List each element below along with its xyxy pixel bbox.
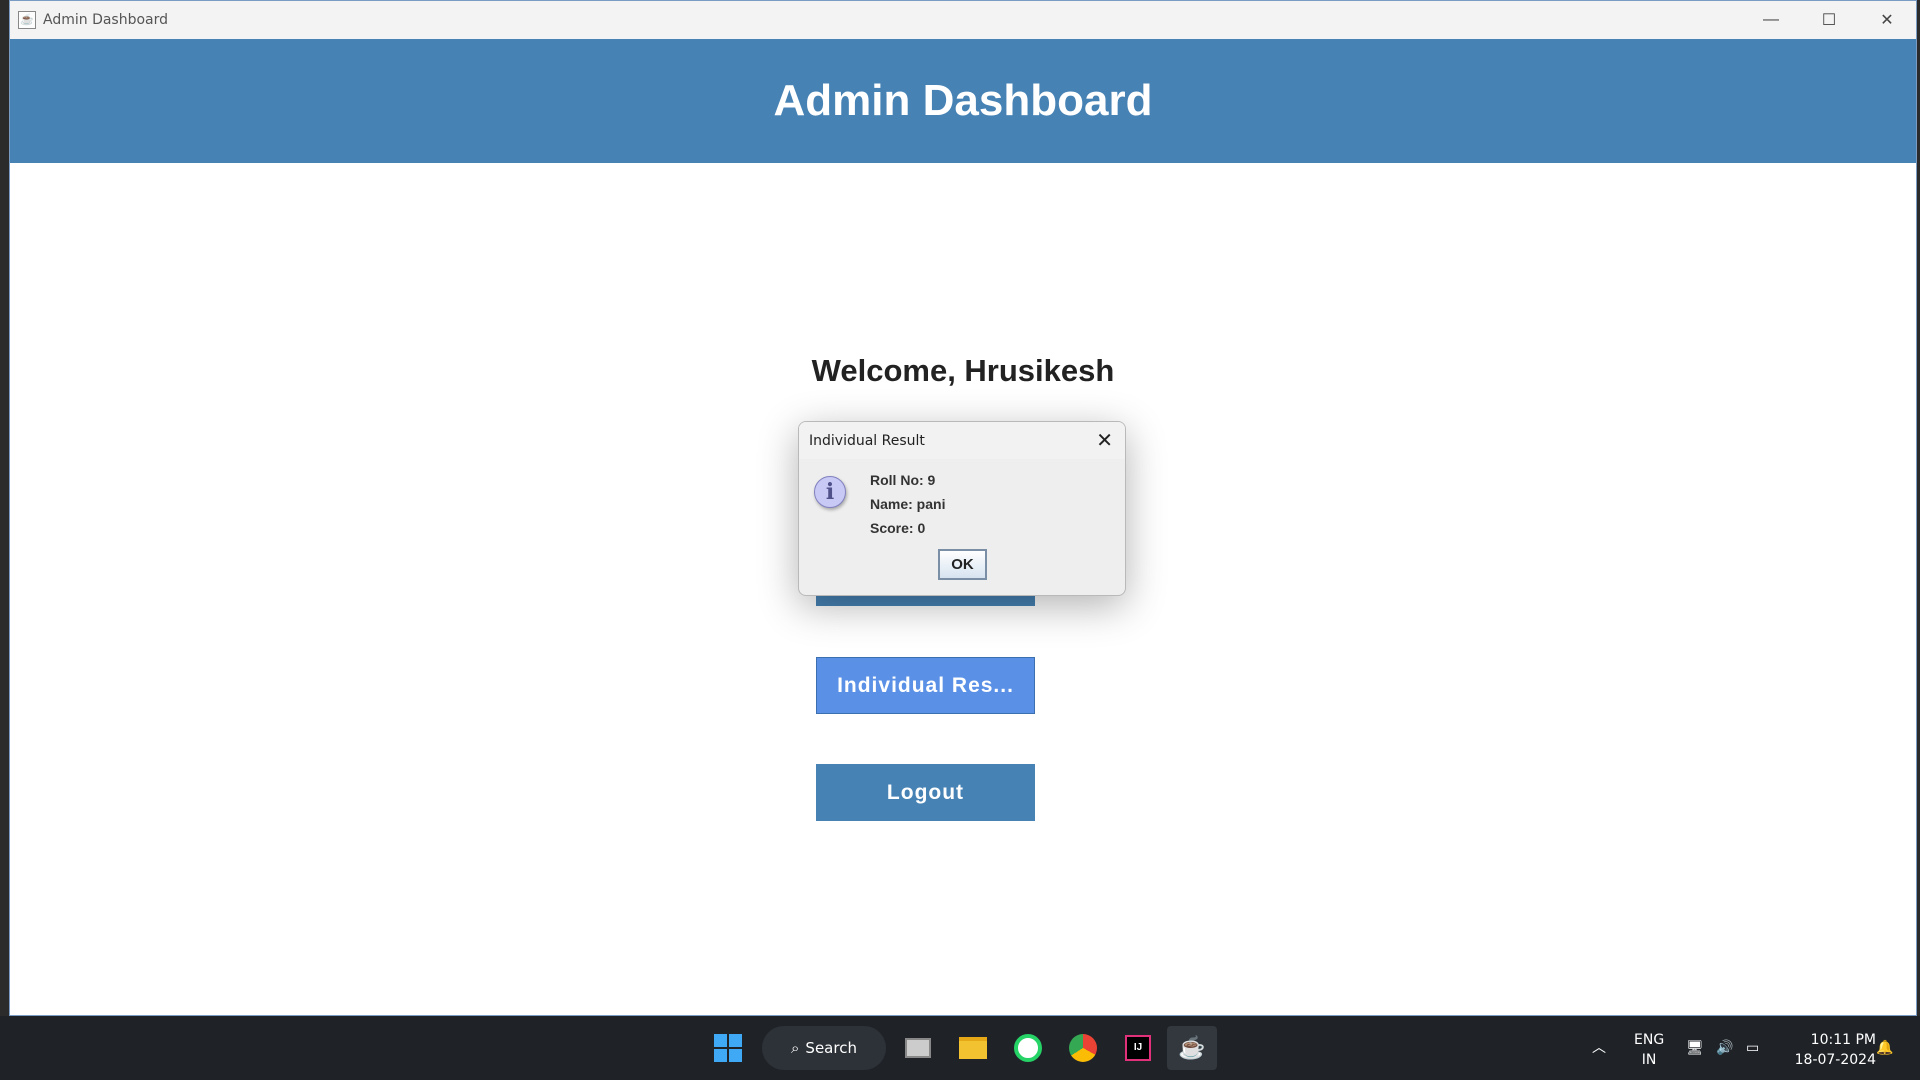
java-app-icon[interactable]: ☕ [1167,1026,1217,1070]
intellij-icon[interactable]: IJ [1120,1026,1156,1070]
dialog-title: Individual Result [809,432,925,449]
clock[interactable]: 10:11 PM 18-07-2024 [1780,1030,1876,1070]
java-icon: ☕ [18,11,36,29]
dialog-title-bar: Individual Result ✕ [799,422,1125,459]
page-title: Admin Dashboard [773,76,1153,125]
volume-icon[interactable]: 🔊 [1716,1038,1733,1058]
windows-icon [714,1034,742,1062]
battery-icon[interactable]: ▭ [1746,1038,1759,1058]
taskbar: ⌕ Search IJ ☕ ︿ ENG IN 🖥 🔊 ▭ 10:11 PM 18… [0,1016,1920,1080]
welcome-text: Welcome, Hrusikesh [811,353,1115,388]
region-code: IN [1641,1052,1657,1068]
network-icon[interactable]: 🖥 [1686,1038,1704,1058]
close-button[interactable]: ✕ [1858,1,1916,39]
search-label: Search [805,1039,857,1057]
ok-button[interactable]: OK [938,549,987,580]
search-button[interactable]: ⌕ Search [762,1026,886,1070]
individual-result-button[interactable]: Individual Res... [816,657,1035,714]
header-banner: Admin Dashboard [10,39,1916,163]
roll-no-text: Roll No: 9 [870,472,936,488]
whatsapp-icon[interactable] [1010,1026,1046,1070]
window-title: Admin Dashboard [43,12,169,28]
lang-code: ENG [1634,1032,1665,1048]
name-text: Name: pani [870,496,946,512]
info-icon: i [814,476,846,508]
logout-button[interactable]: Logout [816,764,1035,821]
file-explorer-icon[interactable] [955,1026,991,1070]
minimize-button[interactable]: — [1742,1,1800,39]
task-view-icon[interactable] [900,1026,936,1070]
time: 10:11 PM [1810,1032,1876,1048]
score-text: Score: 0 [870,520,926,536]
language-indicator[interactable]: ENG IN [1634,1030,1664,1070]
close-icon[interactable]: ✕ [1096,428,1113,452]
start-button[interactable] [710,1026,746,1070]
date: 18-07-2024 [1794,1052,1876,1068]
notification-bell-icon[interactable]: 🔔 [1876,1038,1893,1058]
maximize-button[interactable]: ☐ [1800,1,1858,39]
search-icon: ⌕ [791,1039,800,1057]
title-bar: ☕ Admin Dashboard — ☐ ✕ [10,1,1916,39]
chrome-icon[interactable] [1065,1026,1101,1070]
chevron-up-icon[interactable]: ︿ [1592,1038,1606,1058]
individual-result-dialog: Individual Result ✕ i Roll No: 9 Name: p… [798,421,1126,596]
